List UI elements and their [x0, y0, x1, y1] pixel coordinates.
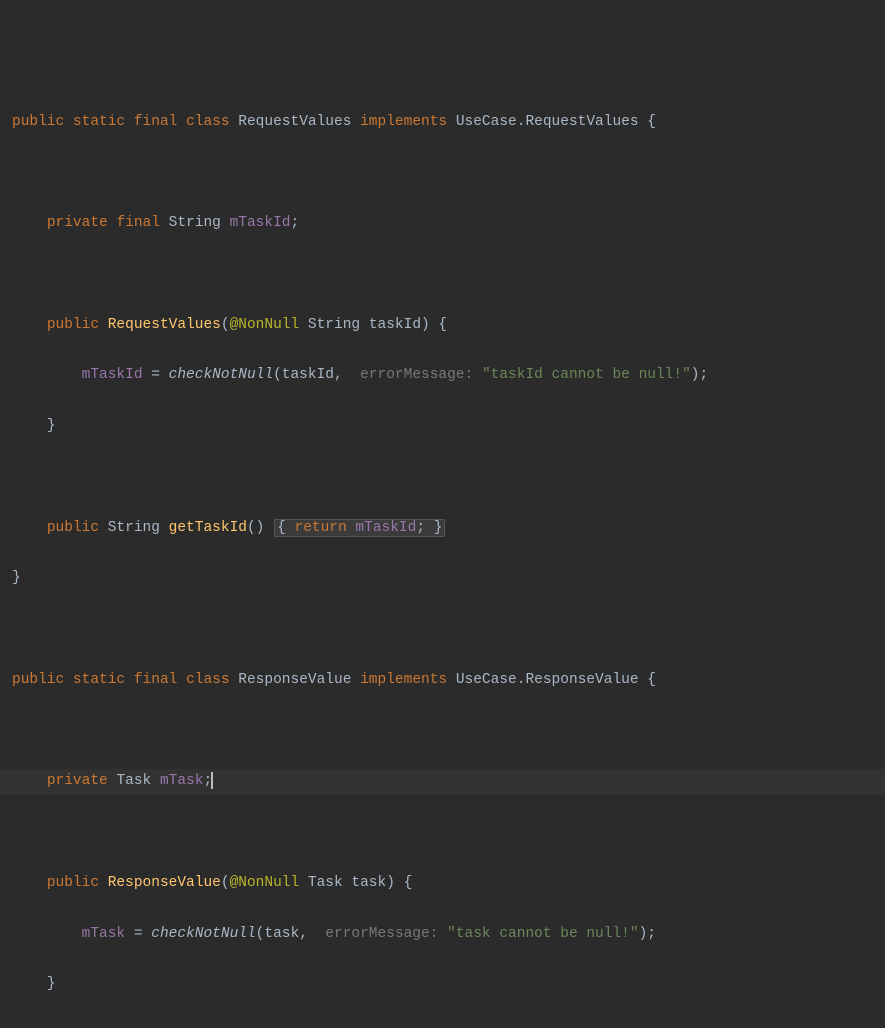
field-token: mTaskId	[230, 215, 291, 231]
code-line-blank[interactable]	[12, 262, 885, 287]
semicolon-token: ;	[699, 367, 708, 383]
code-line[interactable]: public static final class RequestValues …	[12, 110, 885, 135]
operator-token: =	[143, 367, 169, 383]
code-line-blank[interactable]	[12, 465, 885, 490]
keyword-token: public	[12, 114, 64, 130]
keyword-token: final	[116, 215, 160, 231]
type-token: Task	[308, 875, 343, 891]
parens-token: ()	[247, 520, 264, 536]
brace-token: {	[395, 875, 412, 891]
constructor-token: ResponseValue	[108, 875, 221, 891]
keyword-token: static	[73, 114, 125, 130]
keyword-token: final	[134, 672, 178, 688]
type-token: Task	[116, 773, 151, 789]
semicolon-token: ;	[416, 520, 425, 536]
field-token: mTaskId	[82, 367, 143, 383]
code-line[interactable]: }	[12, 414, 885, 439]
field-token: mTask	[160, 773, 204, 789]
param-token: task	[351, 875, 386, 891]
brace-token: {	[430, 317, 447, 333]
text-caret	[211, 772, 213, 789]
code-line[interactable]: }	[12, 566, 885, 591]
brace-token: }	[47, 418, 56, 434]
keyword-token: static	[73, 672, 125, 688]
brace-token: {	[639, 672, 656, 688]
annotation-token: @NonNull	[230, 317, 300, 333]
keyword-token: public	[47, 520, 99, 536]
keyword-token: class	[186, 114, 230, 130]
field-token: mTask	[82, 926, 126, 942]
comma-token: ,	[334, 367, 351, 383]
keyword-token: private	[47, 773, 108, 789]
code-line[interactable]: mTask = checkNotNull(task, errorMessage:…	[12, 922, 885, 947]
annotation-token: @NonNull	[230, 875, 300, 891]
parameter-hint: errorMessage:	[325, 926, 447, 942]
keyword-token: public	[12, 672, 64, 688]
class-name-token: RequestValues	[238, 114, 351, 130]
code-line[interactable]: public RequestValues(@NonNull String tas…	[12, 313, 885, 338]
code-line[interactable]: public static final class ResponseValue …	[12, 668, 885, 693]
keyword-token: return	[295, 520, 347, 536]
brace-token: }	[425, 520, 442, 536]
comma-token: ,	[299, 926, 316, 942]
paren-token: (	[221, 317, 230, 333]
fold-region[interactable]: { return mTaskId; }	[274, 519, 445, 537]
type-token: UseCase.ResponseValue	[456, 672, 639, 688]
keyword-token: public	[47, 317, 99, 333]
semicolon-token: ;	[647, 926, 656, 942]
paren-token: )	[386, 875, 395, 891]
paren-token: (	[221, 875, 230, 891]
code-line[interactable]: mTaskId = checkNotNull(taskId, errorMess…	[12, 363, 885, 388]
type-token: String	[169, 215, 221, 231]
arg-token: taskId	[282, 367, 334, 383]
method-call-token: checkNotNull	[169, 367, 273, 383]
operator-token: =	[125, 926, 151, 942]
paren-token: )	[421, 317, 430, 333]
method-token: getTaskId	[169, 520, 247, 536]
code-line-blank[interactable]	[12, 160, 885, 185]
brace-token: {	[277, 520, 294, 536]
keyword-token: private	[47, 215, 108, 231]
type-token: UseCase.RequestValues	[456, 114, 639, 130]
code-line[interactable]: private final String mTaskId;	[12, 211, 885, 236]
brace-token: }	[12, 570, 21, 586]
field-token: mTaskId	[355, 520, 416, 536]
code-line-blank[interactable]	[12, 617, 885, 642]
keyword-token: public	[47, 875, 99, 891]
keyword-token: class	[186, 672, 230, 688]
code-line-blank[interactable]	[12, 1023, 885, 1028]
type-token: String	[108, 520, 160, 536]
code-line-blank[interactable]	[12, 820, 885, 845]
code-line[interactable]: }	[12, 972, 885, 997]
constructor-token: RequestValues	[108, 317, 221, 333]
paren-token: (	[273, 367, 282, 383]
code-line[interactable]: public String getTaskId() { return mTask…	[12, 516, 885, 541]
string-token: "task cannot be null!"	[447, 926, 638, 942]
parameter-hint: errorMessage:	[360, 367, 482, 383]
brace-token: {	[639, 114, 656, 130]
arg-token: task	[264, 926, 299, 942]
code-line[interactable]: public ResponseValue(@NonNull Task task)…	[12, 871, 885, 896]
code-line-current[interactable]: private Task mTask;	[0, 769, 885, 794]
brace-token: }	[47, 976, 56, 992]
paren-token: (	[256, 926, 265, 942]
keyword-token: implements	[360, 672, 447, 688]
method-call-token: checkNotNull	[151, 926, 255, 942]
type-token: String	[308, 317, 360, 333]
semicolon-token: ;	[291, 215, 300, 231]
paren-token: )	[639, 926, 648, 942]
keyword-token: final	[134, 114, 178, 130]
string-token: "taskId cannot be null!"	[482, 367, 691, 383]
class-name-token: ResponseValue	[238, 672, 351, 688]
param-token: taskId	[369, 317, 421, 333]
code-line-blank[interactable]	[12, 719, 885, 744]
keyword-token: implements	[360, 114, 447, 130]
